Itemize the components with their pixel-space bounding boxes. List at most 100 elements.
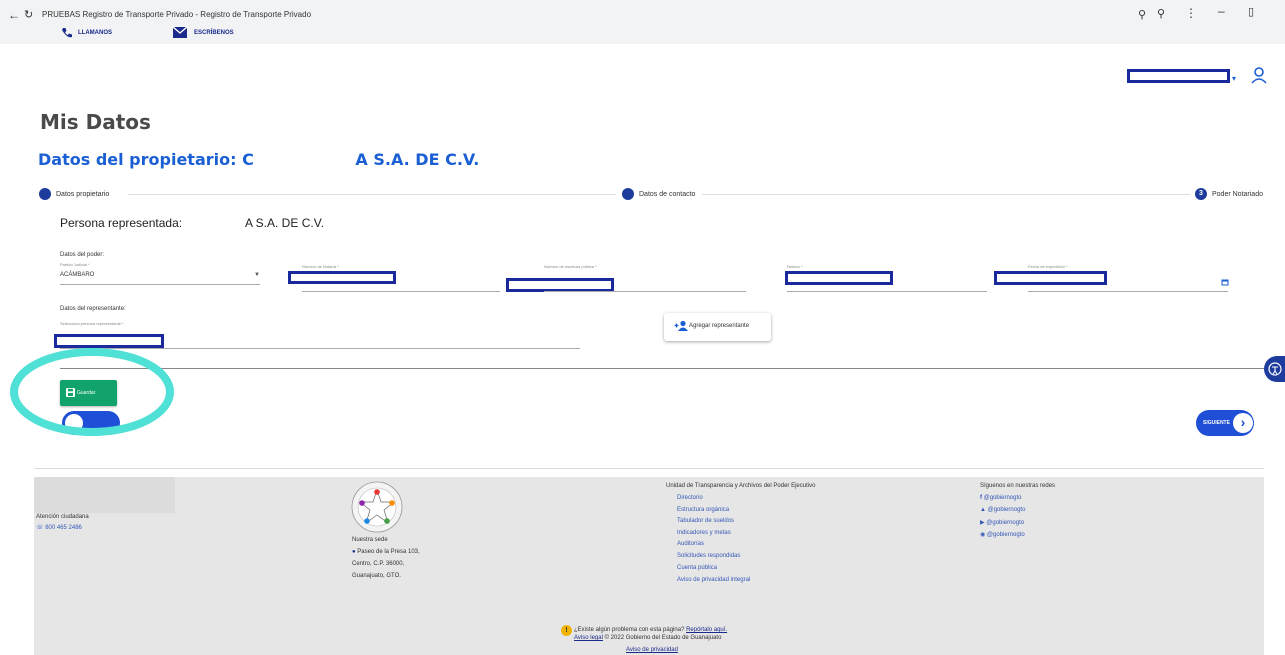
page-title: Mis Datos	[40, 110, 151, 134]
sede-label: Nuestra sede	[352, 537, 388, 543]
notario-input-redacted[interactable]	[785, 271, 893, 285]
step-3-number[interactable]: 3	[1195, 188, 1207, 200]
footer-link-directorio[interactable]: Directorio	[677, 495, 703, 501]
youtube-handle: @gobiernogto	[986, 520, 1025, 526]
partido-dropdown-icon[interactable]: ▼	[254, 272, 260, 278]
report-link[interactable]: Repórtalo aquí.	[686, 627, 727, 633]
step-connector-2	[702, 194, 1190, 195]
user-menu-chevron-icon[interactable]: ▾	[1232, 74, 1236, 83]
reload-icon[interactable]: ↻	[24, 8, 33, 21]
zoom-icon[interactable]: ⚲	[1157, 7, 1165, 20]
escritura-underline	[544, 291, 746, 292]
address-line-1: ● Paseo de la Presa 103,	[352, 549, 420, 555]
add-person-icon	[674, 320, 688, 331]
youtube-link[interactable]: ▶ @gobiernogto	[980, 519, 1024, 526]
key-icon[interactable]: ⚲	[1138, 8, 1146, 21]
escritura-input-redacted[interactable]	[506, 278, 614, 292]
representante-section-title: Datos del representante:	[60, 306, 126, 312]
fecha-input-redacted[interactable]	[994, 271, 1107, 285]
highlight-ellipse	[10, 348, 174, 436]
footer-link-tabulador[interactable]: Tabulador de sueldos	[677, 518, 734, 524]
step-connector-1	[128, 194, 616, 195]
represented-value: A S.A. DE C.V.	[245, 216, 324, 230]
problem-text: ¿Existe algún problema con esta página? …	[574, 627, 727, 633]
next-button-label: SIGUIENTE	[1203, 420, 1230, 426]
add-representative-button[interactable]: Agregar representante	[664, 313, 771, 341]
footer-link-solicitudes[interactable]: Solicitudes respondidas	[677, 553, 740, 559]
menu-kebab-icon[interactable]: ⋮	[1185, 6, 1197, 20]
notaria-underline	[302, 291, 500, 292]
owner-subtitle: Datos del propietario: C A S.A. DE C.V.	[38, 150, 479, 169]
footer-logo-placeholder	[34, 477, 175, 513]
browser-title: PRUEBAS Registro de Transporte Privado -…	[42, 10, 312, 19]
back-icon[interactable]: ←	[8, 8, 20, 22]
restore-icon[interactable]: ▯	[1248, 5, 1254, 18]
user-avatar-icon[interactable]	[1250, 66, 1268, 84]
footer-link-estructura[interactable]: Estructura orgánica	[677, 507, 729, 513]
facebook-link[interactable]: f @gobiernogto	[980, 495, 1021, 501]
escritura-label: Número de escritura pública *	[544, 264, 597, 269]
notario-underline	[787, 291, 987, 292]
instagram-icon: ◉	[980, 532, 986, 538]
address-line-1-text: Paseo de la Presa 103,	[357, 549, 420, 555]
poder-section-title: Datos del poder:	[60, 252, 105, 258]
write-link[interactable]: ESCRÍBENOS	[194, 30, 234, 36]
browser-titlebar: ← ↻ PRUEBAS Registro de Transporte Priva…	[0, 0, 1285, 44]
instagram-handle: @gobiernogto	[986, 532, 1025, 538]
legal-line: Aviso legal © 2022 Gobierno del Estado d…	[574, 635, 721, 641]
footer: Atención ciudadana ☏ 800 465 2486 Nuestr…	[34, 477, 1264, 655]
notaria-input-redacted[interactable]	[288, 271, 396, 284]
phone-number-text: 800 465 2486	[45, 525, 82, 531]
step-1-check-icon[interactable]	[39, 188, 51, 200]
partido-value[interactable]: ACÁMBARO	[60, 272, 94, 278]
step-2-check-icon[interactable]	[622, 188, 634, 200]
step-1-label[interactable]: Datos propietario	[56, 191, 109, 198]
minimize-icon[interactable]: –	[1218, 4, 1225, 18]
location-pin-icon: ●	[352, 549, 356, 555]
mail-icon	[173, 27, 187, 38]
next-button[interactable]: SIGUIENTE ›	[1196, 410, 1254, 436]
attention-label: Atención ciudadana	[36, 514, 89, 520]
footer-link-indicadores[interactable]: Indicadores y metas	[677, 530, 731, 536]
facebook-icon: f	[980, 495, 982, 501]
footer-link-auditorias[interactable]: Auditorías	[677, 541, 704, 547]
warning-icon: !	[561, 625, 572, 636]
fecha-underline	[1028, 291, 1228, 292]
notario-label: Notario *	[787, 264, 803, 269]
accessibility-icon	[1268, 362, 1282, 376]
phone-icon	[62, 28, 72, 38]
copyright-text: © 2022 Gobierno del Estado de Guanajuato	[604, 635, 722, 641]
twitter-handle: @gobiernogto	[987, 507, 1026, 513]
calendar-icon[interactable]	[1221, 278, 1229, 286]
address-line-2: Centro, C.P. 36000,	[352, 561, 405, 567]
footer-link-aviso-integral[interactable]: Aviso de privacidad integral	[677, 577, 750, 583]
twitter-link[interactable]: ▲ @gobiernogto	[980, 507, 1025, 513]
youtube-icon: ▶	[980, 520, 985, 526]
represented-label: Persona representada:	[60, 216, 183, 230]
legal-link[interactable]: Aviso legal	[574, 635, 603, 641]
footer-link-cuenta[interactable]: Cuenta pública	[677, 565, 717, 571]
instagram-link[interactable]: ◉ @gobiernogto	[980, 531, 1025, 538]
social-title: Síguenos en nuestras redes	[980, 483, 1056, 489]
form-divider	[60, 368, 1265, 369]
next-arrow-circle-icon: ›	[1233, 413, 1253, 433]
select-rep-label: Selecciona persona representante *	[60, 321, 124, 326]
privacy-link[interactable]: Aviso de privacidad	[626, 647, 678, 653]
notaria-label: Número de Notaría *	[302, 264, 339, 269]
user-name-redacted	[1127, 69, 1230, 83]
step-3-label[interactable]: Poder Notariado	[1212, 191, 1263, 198]
phone-small-icon: ☏	[36, 525, 44, 531]
twitter-icon: ▲	[980, 507, 986, 513]
problem-question: ¿Existe algún problema con esta página?	[574, 627, 685, 633]
transparency-title: Unidad de Transparencia y Archivos del P…	[666, 483, 816, 489]
add-representative-label: Agregar representante	[689, 323, 750, 329]
footer-separator	[34, 468, 1264, 469]
partido-underline	[60, 284, 260, 285]
phone-number[interactable]: ☏ 800 465 2486	[36, 524, 82, 531]
facebook-handle: @gobiernogto	[983, 495, 1022, 501]
state-emblem-logo	[351, 481, 403, 533]
step-2-label[interactable]: Datos de contacto	[639, 191, 695, 198]
accessibility-button[interactable]	[1264, 356, 1285, 382]
call-link[interactable]: LLAMANOS	[78, 30, 112, 36]
address-line-3: Guanajuato, GTO.	[352, 573, 401, 579]
